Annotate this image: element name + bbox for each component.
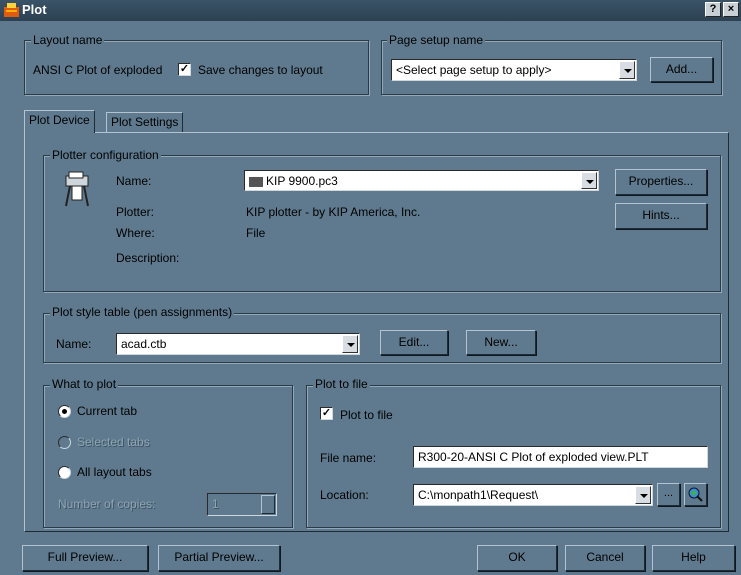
help-title-button[interactable]: ?	[705, 2, 721, 17]
page-setup-value: <Select page setup to apply>	[396, 63, 552, 77]
location-value: C:\monpath1\Request\	[418, 488, 539, 502]
ellipsis-icon: ...	[663, 487, 674, 499]
copies-spinner: 1	[207, 493, 277, 516]
file-name-label: File name:	[320, 451, 377, 465]
selected-tabs-label: Selected tabs	[77, 435, 150, 449]
ok-button[interactable]: OK	[477, 545, 557, 571]
plot-to-file-checkbox[interactable]: ✓	[320, 407, 333, 420]
plot-style-legend: Plot style table (pen assignments)	[50, 305, 235, 319]
full-preview-button[interactable]: Full Preview...	[22, 545, 148, 571]
hints-button[interactable]: Hints...	[615, 203, 707, 229]
chevron-down-icon[interactable]	[342, 335, 358, 353]
page-setup-legend: Page setup name	[387, 33, 486, 47]
tab-plot-device[interactable]: Plot Device	[24, 110, 95, 133]
autocad-plot-icon	[4, 3, 19, 17]
spinner-arrows-icon	[261, 495, 275, 514]
add-page-setup-button[interactable]: Add...	[650, 57, 713, 82]
plotter-configuration-legend: Plotter configuration	[50, 148, 161, 162]
chevron-down-icon[interactable]	[581, 172, 597, 189]
help-button[interactable]: Help	[652, 545, 735, 571]
file-name-input[interactable]: R300-20-ANSI C Plot of exploded view.PLT	[413, 446, 708, 468]
plotter-name-value: KIP 9900.pc3	[266, 174, 338, 188]
plotter-name-dropdown[interactable]: KIP 9900.pc3	[244, 170, 599, 191]
chevron-down-icon[interactable]	[619, 61, 635, 79]
save-changes-checkbox[interactable]: ✓	[178, 63, 191, 76]
window-title: Plot	[22, 2, 47, 17]
plot-to-file-legend: Plot to file	[313, 377, 370, 391]
close-title-button[interactable]: ×	[723, 2, 739, 17]
what-to-plot-legend: What to plot	[50, 377, 119, 391]
plot-to-file-label: Plot to file	[340, 408, 393, 422]
where-value: File	[246, 226, 266, 240]
save-changes-label: Save changes to layout	[198, 63, 323, 77]
layout-name-value: ANSI C Plot of exploded	[33, 63, 163, 77]
copies-label: Number of copies:	[58, 497, 156, 511]
plotter-icon	[65, 171, 89, 207]
current-tab-radio[interactable]	[58, 405, 71, 418]
partial-preview-button[interactable]: Partial Preview...	[158, 545, 280, 571]
browse-web-button[interactable]	[684, 483, 707, 506]
current-tab-label: Current tab	[77, 404, 138, 418]
page-setup-dropdown[interactable]: <Select page setup to apply>	[391, 59, 637, 81]
layout-name-legend: Layout name	[31, 33, 105, 47]
plotter-value: KIP plotter - by KIP America, Inc.	[246, 205, 421, 219]
location-dropdown[interactable]: C:\monpath1\Request\	[413, 484, 653, 506]
where-label: Where:	[116, 226, 155, 240]
cancel-button[interactable]: Cancel	[565, 545, 645, 571]
plot-style-name-label: Name:	[56, 337, 92, 351]
browse-folder-button[interactable]: ...	[657, 483, 680, 506]
chevron-down-icon[interactable]	[635, 486, 651, 504]
copies-value: 1	[212, 497, 219, 511]
globe-search-icon	[688, 487, 703, 502]
plotter-label: Plotter:	[116, 205, 155, 219]
title-bar: Plot ? ×	[0, 0, 741, 21]
all-layout-tabs-label: All layout tabs	[77, 465, 152, 479]
edit-style-button[interactable]: Edit...	[380, 330, 448, 355]
printer-icon	[249, 176, 263, 187]
all-layout-tabs-radio[interactable]	[58, 466, 71, 479]
plot-style-dropdown[interactable]: acad.ctb	[116, 333, 360, 355]
location-label: Location:	[320, 488, 369, 502]
tab-plot-settings[interactable]: Plot Settings	[106, 112, 184, 133]
new-style-button[interactable]: New...	[466, 330, 536, 355]
properties-button[interactable]: Properties...	[615, 169, 707, 195]
plotter-name-label: Name:	[116, 174, 152, 188]
selected-tabs-radio	[58, 436, 71, 449]
description-label: Description:	[116, 251, 180, 265]
plot-style-value: acad.ctb	[121, 337, 167, 351]
